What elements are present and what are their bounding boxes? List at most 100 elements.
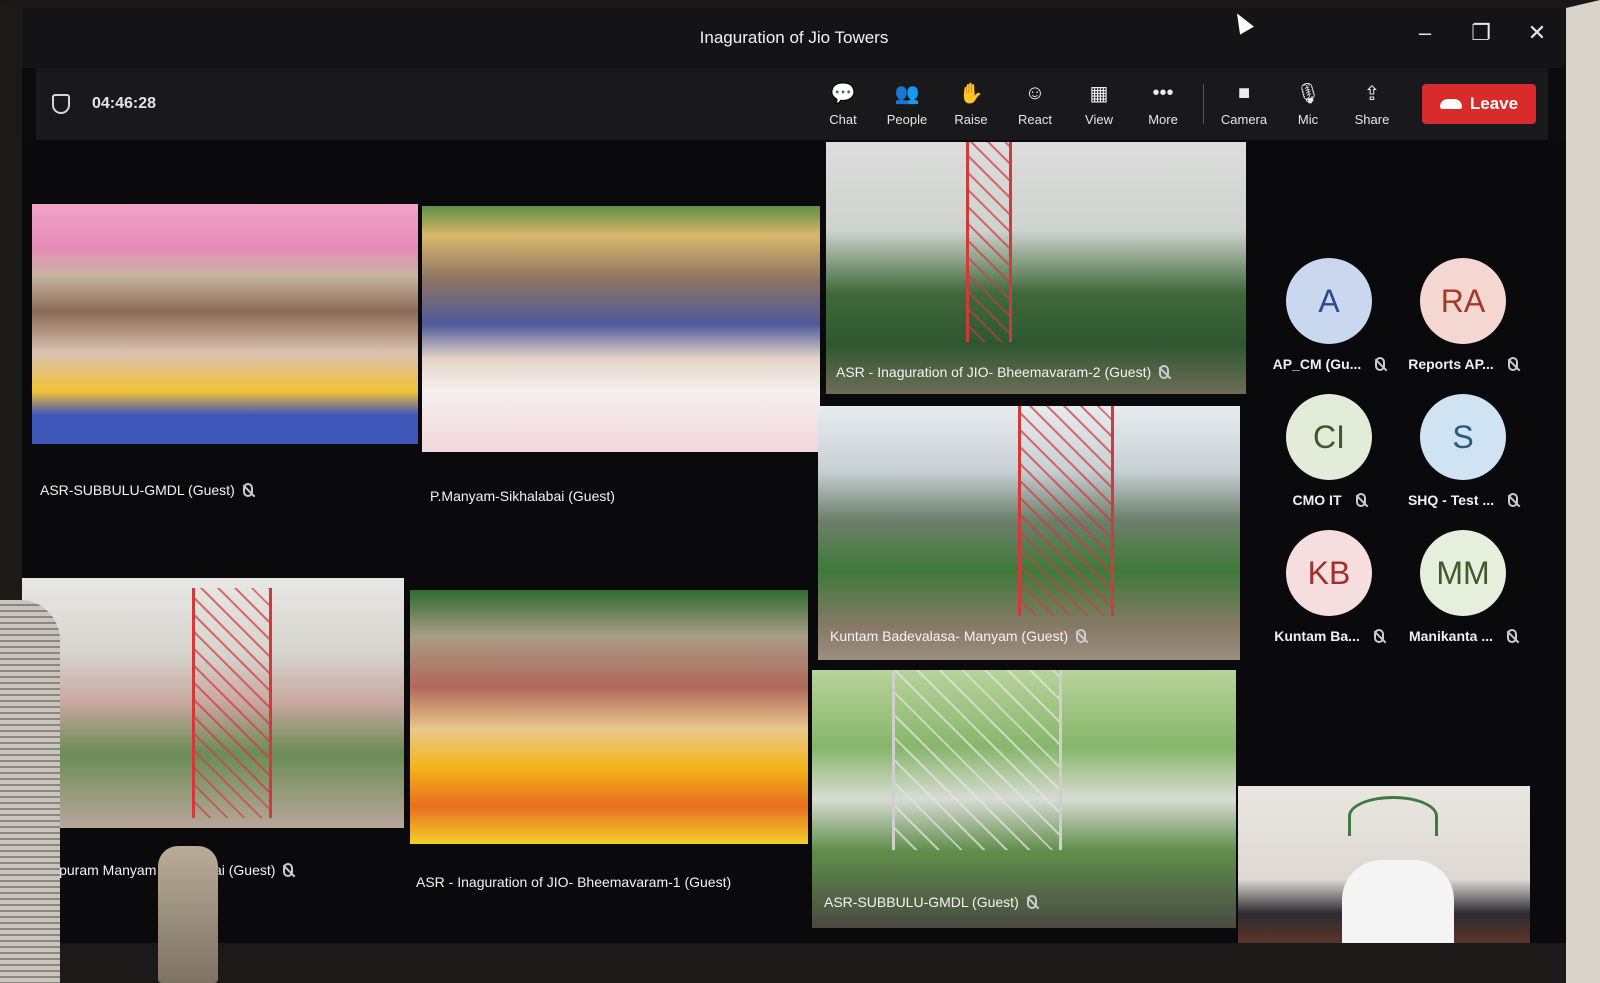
shield-icon[interactable] xyxy=(52,94,70,114)
tile-label: ASR - Inaguration of JIO- Bheemavaram-1 … xyxy=(416,874,731,890)
mic-off-icon xyxy=(1159,365,1170,379)
speaker-figure xyxy=(1342,860,1454,956)
participant-name: ASR-SUBBULU-GMDL (Guest) xyxy=(40,482,235,498)
mic-button[interactable]: 🎙 Mic xyxy=(1276,82,1340,127)
participant-name: ASR-SUBBULU-GMDL (Guest) xyxy=(824,894,1019,910)
tile-label: Kuntam Badevalasa- Manyam (Guest) xyxy=(830,628,1087,644)
react-icon: ☺ xyxy=(1024,82,1046,104)
mic-off-icon xyxy=(1508,493,1519,507)
participant-name: CMO IT xyxy=(1292,492,1342,508)
chat-button[interactable]: 💬 Chat xyxy=(811,82,875,127)
video-feed xyxy=(410,590,808,844)
raise-hand-button[interactable]: ✋ Raise xyxy=(939,82,1003,127)
participant-name-row: CMO IT xyxy=(1262,492,1396,508)
video-tile[interactable]: ASR - Inaguration of JIO- Bheemavaram-2 … xyxy=(826,142,1246,394)
more-icon: ••• xyxy=(1152,82,1174,104)
participant-card[interactable]: MM Manikanta ... xyxy=(1396,530,1530,644)
participant-card[interactable]: KB Kuntam Ba... xyxy=(1262,530,1396,644)
video-tile[interactable] xyxy=(32,204,418,444)
avatar: A xyxy=(1286,258,1372,344)
tower-structure xyxy=(892,670,1062,850)
participant-name: Kuntam Badevalasa- Manyam (Guest) xyxy=(830,628,1069,644)
view-icon: ▦ xyxy=(1089,83,1109,105)
participant-card[interactable]: CI CMO IT xyxy=(1262,394,1396,508)
toolbar-divider xyxy=(1203,84,1204,124)
emblem-icon xyxy=(1348,796,1438,836)
more-label: More xyxy=(1148,111,1178,127)
participant-card[interactable]: A AP_CM (Gu... xyxy=(1262,258,1396,372)
mic-off-icon xyxy=(1375,357,1386,371)
video-tile[interactable] xyxy=(422,206,820,452)
react-button[interactable]: ☺ React xyxy=(1003,82,1067,127)
video-stage: ASR-SUBBULU-GMDL (Guest) P.Manyam-Sikhal… xyxy=(22,140,1566,983)
more-button[interactable]: ••• More xyxy=(1131,82,1195,127)
video-feed xyxy=(422,206,820,452)
mic-off-icon xyxy=(1076,629,1087,643)
restore-icon[interactable]: ❐ xyxy=(1470,22,1492,44)
mic-icon: 🎙 xyxy=(1295,83,1321,105)
participant-name-row: Reports AP... xyxy=(1396,356,1530,372)
video-tile[interactable]: ASR-SUBBULU-GMDL (Guest) xyxy=(812,670,1236,928)
participant-name-row: AP_CM (Gu... xyxy=(1262,356,1396,372)
tile-label: ASR-SUBBULU-GMDL (Guest) xyxy=(40,482,253,498)
avatar: MM xyxy=(1420,530,1506,616)
participant-card[interactable]: S SHQ - Test ... xyxy=(1396,394,1530,508)
tile-label: ASR-SUBBULU-GMDL (Guest) xyxy=(824,894,1037,910)
monitor-bezel xyxy=(22,943,1566,983)
video-tile[interactable]: Kuntam Badevalasa- Manyam (Guest) xyxy=(818,406,1240,660)
title-bar: Inaguration of Jio Towers – ❐ ✕ xyxy=(22,8,1566,68)
video-tile[interactable] xyxy=(410,590,808,844)
leave-button[interactable]: Leave xyxy=(1422,84,1536,124)
participant-name: AP_CM (Gu... xyxy=(1272,356,1362,372)
participant-name-row: SHQ - Test ... xyxy=(1396,492,1530,508)
meeting-toolbar: 04:46:28 💬 Chat 👥 People ✋ Raise ☺ React… xyxy=(36,68,1548,140)
mic-off-icon xyxy=(1026,895,1037,909)
tower-structure xyxy=(966,142,1012,342)
participant-name: Reports AP... xyxy=(1408,356,1494,372)
camera-icon: ■ xyxy=(1237,82,1251,104)
close-icon[interactable]: ✕ xyxy=(1526,22,1548,44)
mic-off-icon xyxy=(1373,629,1384,643)
react-label: React xyxy=(1018,111,1052,127)
chat-icon: 💬 xyxy=(830,83,856,105)
mic-off-icon xyxy=(1507,629,1518,643)
mic-off-icon xyxy=(1507,357,1518,371)
statue-figurine xyxy=(158,846,218,983)
video-tile[interactable] xyxy=(22,578,404,828)
mic-off-icon xyxy=(283,863,294,877)
participant-name: Kuntam Ba... xyxy=(1274,628,1360,644)
video-feed xyxy=(826,142,1246,394)
tile-label: ASR - Inaguration of JIO- Bheemavaram-2 … xyxy=(836,364,1170,380)
phone-icon xyxy=(1439,99,1462,109)
raise-hand-icon: ✋ xyxy=(958,83,984,105)
share-label: Share xyxy=(1354,111,1390,127)
leave-label: Leave xyxy=(1469,94,1519,113)
mic-off-icon xyxy=(242,483,253,497)
view-label: View xyxy=(1085,111,1113,127)
minimize-icon[interactable]: – xyxy=(1414,22,1436,44)
avatar: S xyxy=(1420,394,1506,480)
participant-name: P.Manyam-Sikhalabai (Guest) xyxy=(430,488,615,504)
participant-name: Manikanta ... xyxy=(1408,628,1494,644)
meeting-timer: 04:46:28 xyxy=(92,95,157,112)
people-button[interactable]: 👥 People xyxy=(875,82,939,127)
participant-name: SHQ - Test ... xyxy=(1407,492,1495,508)
participant-card[interactable]: RA Reports AP... xyxy=(1396,258,1530,372)
avatar: CI xyxy=(1286,394,1372,480)
participant-name-row: Kuntam Ba... xyxy=(1262,628,1396,644)
share-button[interactable]: ⇪ Share xyxy=(1340,82,1404,127)
tower-structure xyxy=(1018,406,1114,616)
camera-button[interactable]: ■ Camera xyxy=(1212,82,1276,127)
view-button[interactable]: ▦ View xyxy=(1067,82,1131,127)
camera-label: Camera xyxy=(1220,111,1268,127)
avatar: KB xyxy=(1286,530,1372,616)
window-title: Inaguration of Jio Towers xyxy=(699,28,889,47)
participant-name-row: Manikanta ... xyxy=(1396,628,1530,644)
people-label: People xyxy=(886,111,928,127)
self-view-tile[interactable] xyxy=(1238,786,1530,956)
mic-label: Mic xyxy=(1297,111,1319,127)
video-feed xyxy=(32,204,418,444)
foreground-person xyxy=(0,600,60,983)
raise-label: Raise xyxy=(954,111,988,127)
chat-label: Chat xyxy=(829,111,857,127)
